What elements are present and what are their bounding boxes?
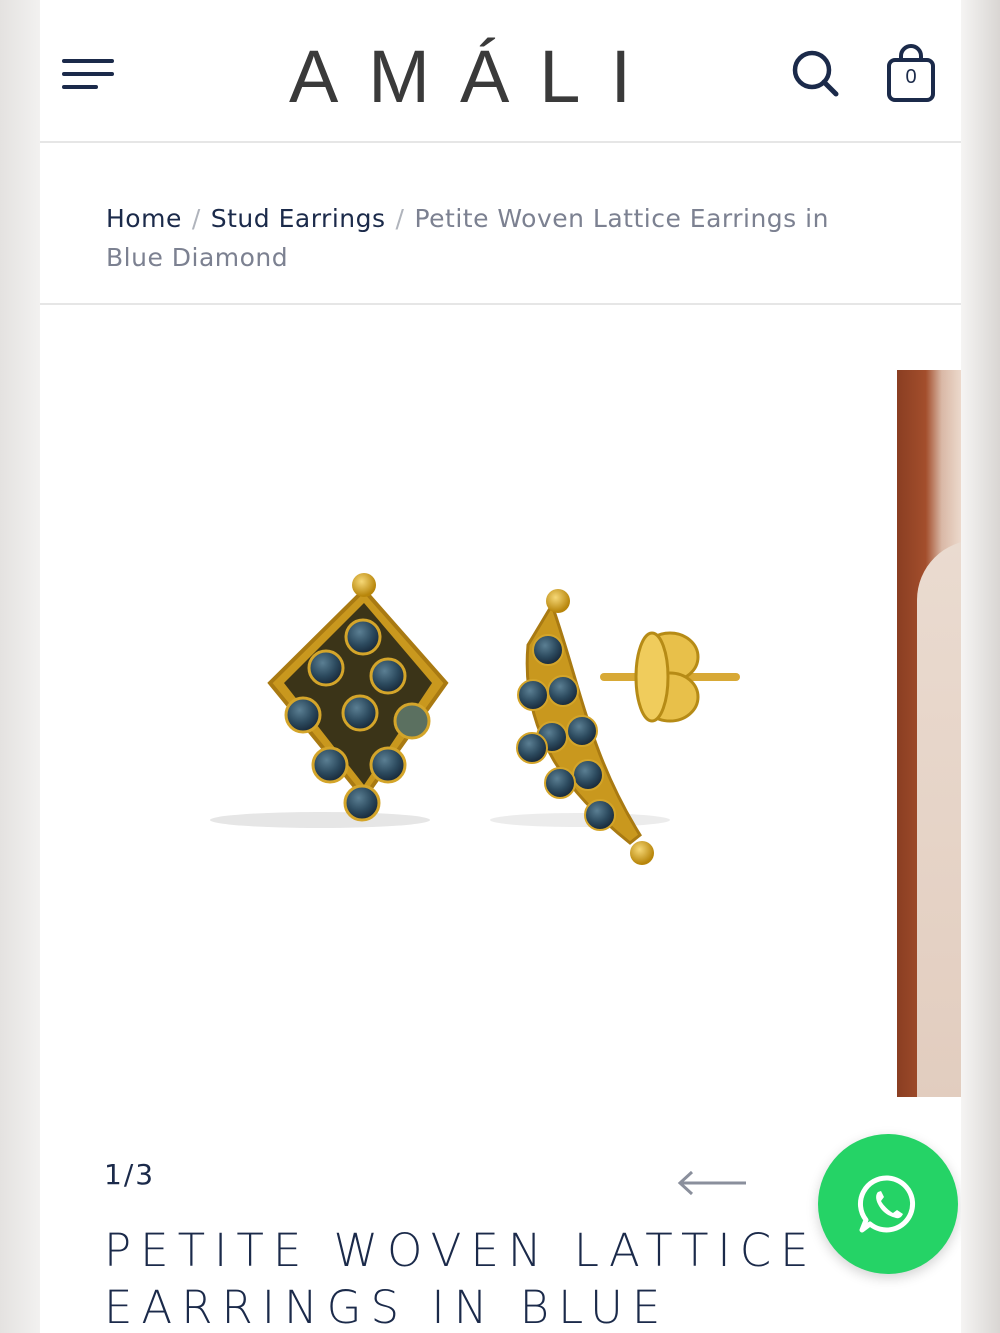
search-icon	[792, 50, 839, 97]
menu-icon-line-3	[62, 85, 98, 89]
breadcrumb: Home / Stud Earrings / Petite Woven Lattice …	[106, 199, 866, 277]
product-page: AMÁLI 0 Home / Stud Earrings / Petite Woven …	[40, 0, 961, 1333]
brand-logo[interactable]: AMÁLI	[220, 22, 700, 122]
breadcrumb-separator: /	[395, 204, 405, 233]
breadcrumb-bar: Home / Stud Earrings / Petite Woven Lattice …	[40, 143, 961, 305]
background-edge-left	[0, 0, 40, 1333]
menu-icon-line-1	[62, 59, 114, 63]
search-button[interactable]	[790, 48, 842, 100]
site-header: AMÁLI 0	[40, 0, 961, 143]
breadcrumb-separator: /	[191, 204, 201, 233]
whatsapp-icon	[857, 1175, 916, 1233]
cart-count-badge: 0	[905, 66, 917, 88]
whatsapp-chat-button[interactable]	[818, 1134, 958, 1274]
product-image-earrings[interactable]	[160, 565, 740, 885]
model-image-fragment	[917, 540, 961, 1097]
background-edge-right	[960, 0, 1000, 1333]
menu-icon-line-2	[62, 72, 114, 76]
product-gallery[interactable]	[40, 305, 961, 1125]
breadcrumb-stud-earrings-link[interactable]: Stud Earrings	[211, 204, 386, 233]
arrow-left-icon	[677, 1170, 746, 1196]
breadcrumb-home-link[interactable]: Home	[106, 204, 182, 233]
left-earring	[267, 573, 449, 822]
next-image-peek[interactable]	[897, 370, 961, 1097]
image-counter: 1/3	[104, 1158, 156, 1191]
menu-button[interactable]	[62, 57, 116, 93]
previous-image-button[interactable]	[676, 1168, 748, 1198]
cart-button[interactable]: 0	[886, 42, 938, 104]
